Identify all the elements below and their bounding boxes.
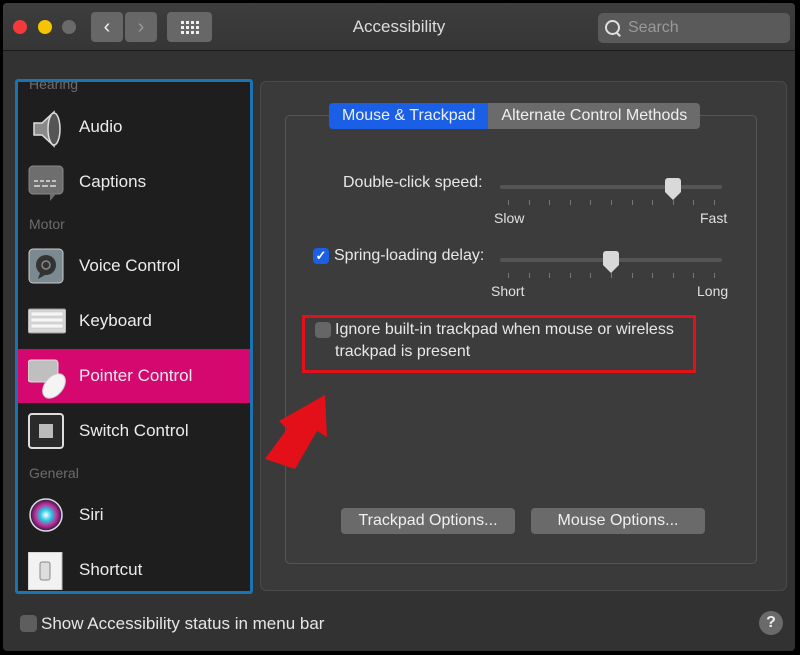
slider-tick: [508, 273, 509, 278]
slider-tick: [672, 200, 674, 205]
search-field[interactable]: [598, 13, 790, 43]
slider-thumb[interactable]: [664, 178, 681, 200]
slider-min-label: Short: [491, 283, 525, 299]
sidebar-item-voice-control[interactable]: Voice Control: [18, 239, 250, 293]
spring-loading-checkbox[interactable]: ✓: [313, 248, 329, 264]
sidebar-item-label: Siri: [79, 505, 104, 524]
slider-tick: [693, 200, 695, 205]
show-status-checkbox[interactable]: [20, 615, 37, 632]
title-bar: ‹ › Accessibility: [3, 3, 795, 51]
slider-tick: [693, 273, 695, 278]
shortcut-icon: [27, 551, 64, 591]
section-header-motor: Motor: [29, 216, 65, 232]
slider-max-label: Fast: [700, 210, 728, 226]
sidebar-item-label: Shortcut: [79, 560, 143, 579]
tab-mouse-trackpad[interactable]: Mouse & Trackpad: [329, 103, 489, 129]
slider-tick: [549, 273, 551, 278]
slider-thumb[interactable]: [603, 251, 619, 273]
captions-icon: [28, 164, 64, 201]
show-status-label: Show Accessibility status in menu bar: [41, 614, 325, 633]
section-header-general: General: [29, 465, 79, 481]
sidebar-item-switch-control[interactable]: Switch Control: [18, 404, 250, 458]
sidebar-item-shortcut[interactable]: Shortcut: [18, 543, 250, 591]
slider-tick: [652, 200, 654, 205]
slider-tick: [714, 273, 715, 278]
slider-track: [500, 185, 722, 189]
slider-tick: [611, 273, 612, 278]
sidebar-item-audio[interactable]: Audio: [18, 100, 250, 154]
slider-tick: [528, 200, 530, 205]
slider-min-label: Slow: [494, 210, 525, 226]
tab-bar: Mouse & Trackpad Alternate Control Metho…: [329, 103, 701, 129]
slider-tick: [569, 273, 571, 278]
sidebar-item-pointer-control[interactable]: Pointer Control: [18, 349, 250, 403]
search-icon: [604, 19, 622, 37]
spring-loading-delay-label: Spring-loading delay:: [334, 247, 485, 264]
slider-tick: [590, 200, 592, 205]
speaker-icon: [28, 109, 64, 148]
accessibility-window: ‹ › Accessibility Hearing Audio: [3, 3, 795, 651]
slider-tick: [569, 200, 571, 205]
help-button[interactable]: ?: [759, 611, 783, 635]
sidebar-item-label: Audio: [79, 117, 123, 136]
sidebar-item-label: Switch Control: [79, 421, 189, 440]
sidebar-item-captions[interactable]: Captions: [18, 155, 250, 209]
search-input[interactable]: [628, 19, 778, 37]
tab-alternate-control-methods[interactable]: Alternate Control Methods: [488, 103, 701, 129]
sidebar-item-keyboard[interactable]: Keyboard: [18, 294, 250, 348]
slider-tick: [714, 200, 715, 205]
slider-tick: [590, 273, 592, 278]
slider-tick: [652, 273, 654, 278]
pointer-control-icon: [27, 358, 66, 399]
slider-tick: [528, 273, 530, 278]
section-header-hearing: Hearing: [29, 79, 79, 92]
switch-control-icon: [28, 413, 64, 449]
slider-tick: [508, 200, 509, 205]
slider-tick: [611, 200, 612, 205]
slider-max-label: Long: [697, 283, 729, 299]
siri-icon: [28, 497, 64, 533]
slider-tick: [631, 200, 633, 205]
annotation-arrow-icon: [265, 395, 327, 469]
voice-control-icon: [28, 248, 64, 284]
double-click-speed-label: Double-click speed:: [343, 174, 483, 191]
sidebar-item-label: Voice Control: [79, 256, 181, 275]
spring-loading-delay-slider[interactable]: [500, 251, 722, 291]
slider-tick: [631, 273, 633, 278]
slider-tick: [672, 273, 674, 278]
slider-tick: [549, 200, 551, 205]
trackpad-options-button[interactable]: Trackpad Options...: [341, 508, 515, 534]
double-click-speed-slider[interactable]: [500, 178, 722, 218]
sidebar-item-label: Captions: [79, 172, 147, 191]
sidebar-item-siri[interactable]: Siri: [18, 488, 250, 542]
annotation-highlight-box: [302, 315, 696, 373]
sidebar[interactable]: Hearing Audio Captions Motor Voice Contr…: [15, 79, 253, 594]
sidebar-item-label: Keyboard: [79, 311, 152, 330]
sidebar-item-label: Pointer Control: [79, 366, 193, 385]
mouse-options-button[interactable]: Mouse Options...: [531, 508, 705, 534]
keyboard-icon: [27, 303, 67, 339]
